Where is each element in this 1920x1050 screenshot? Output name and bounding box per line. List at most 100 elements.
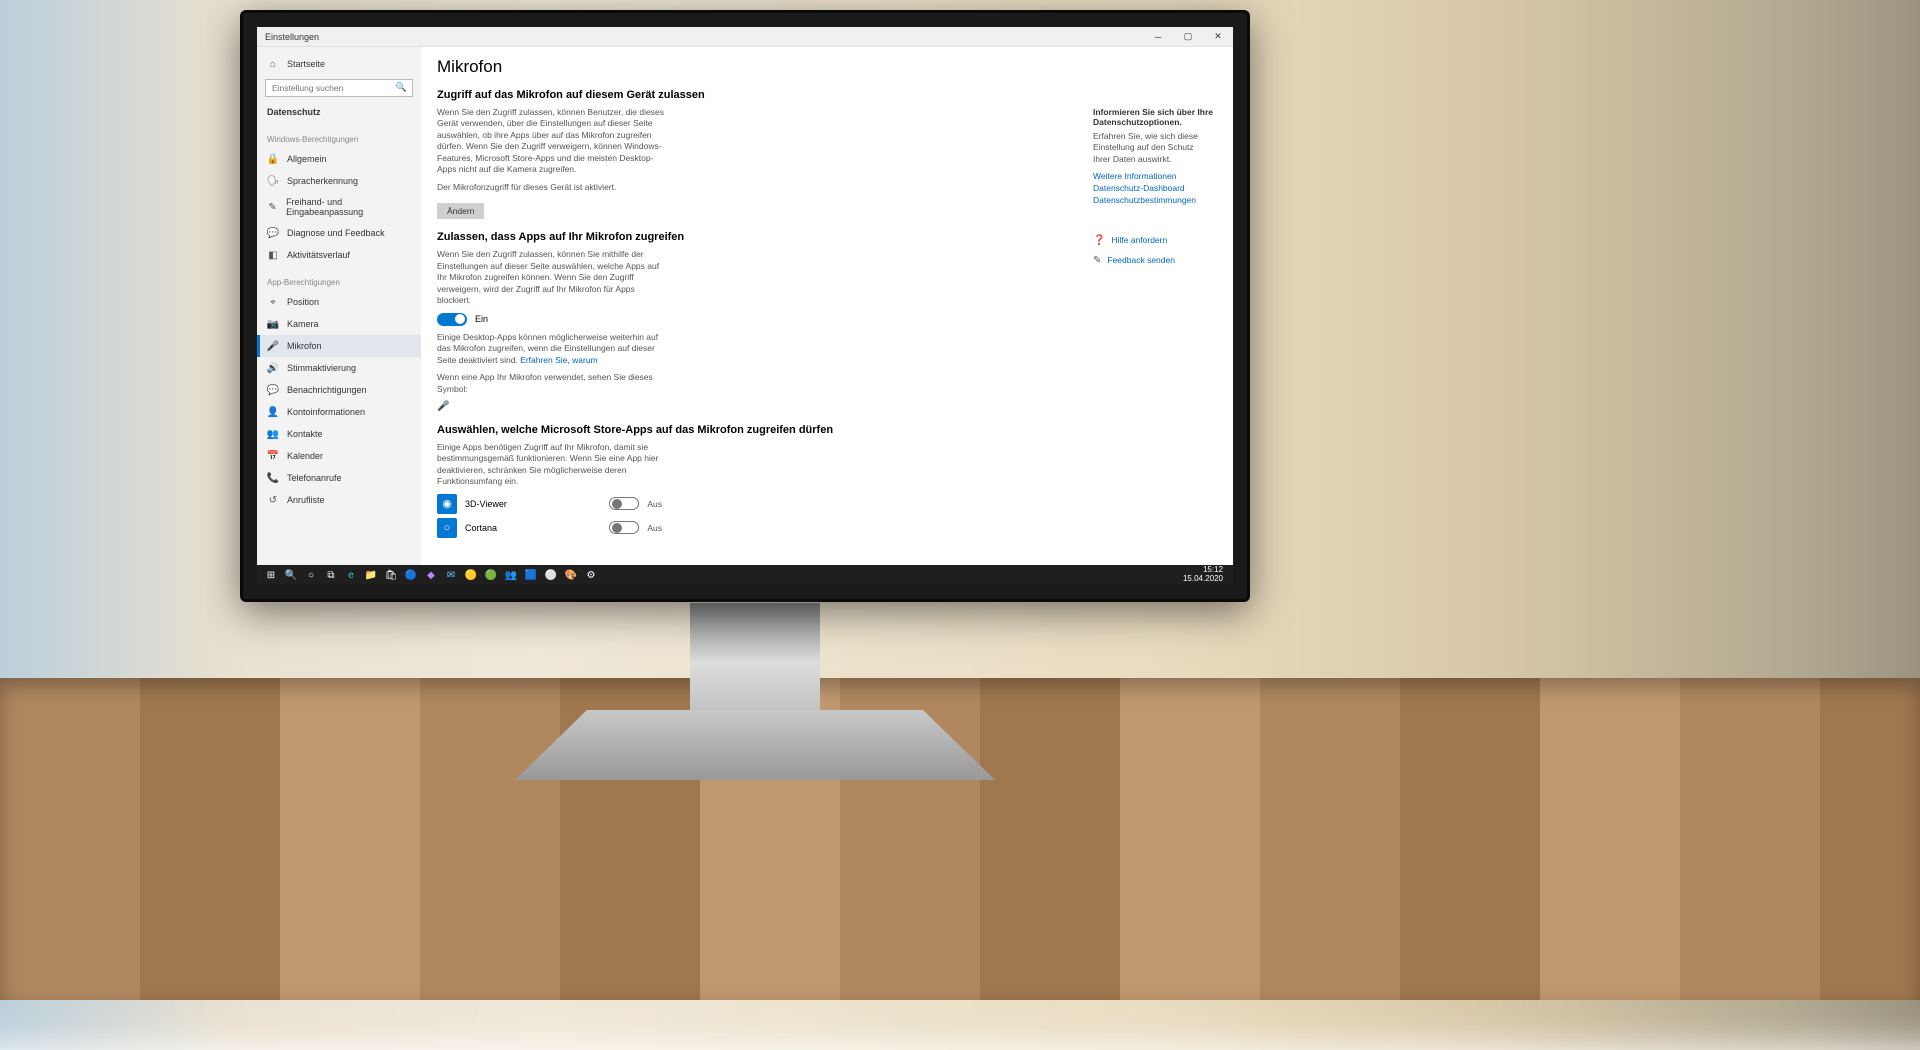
sidebar-item-kamera[interactable]: 📷Kamera [257,313,421,335]
section3-heading: Auswählen, welche Microsoft Store-Apps a… [437,424,1213,436]
window-titlebar: Einstellungen ─ ▢ ✕ [257,27,1233,47]
mail-icon[interactable]: ✉ [441,565,461,585]
app2-icon[interactable]: 🟦 [521,565,541,585]
inking-icon: ✎ [267,201,278,213]
sidebar-item-anrufliste[interactable]: ↺ Anrufliste [257,489,421,511]
search-input[interactable] [265,79,413,97]
link-more-info[interactable]: Weitere Informationen [1093,171,1213,181]
link-privacy-dashboard[interactable]: Datenschutz-Dashboard [1093,183,1213,193]
app-name: Cortana [465,523,601,533]
chrome2-icon[interactable]: 🟡 [461,565,481,585]
cortana-button[interactable]: ○ [301,565,321,585]
feedback-icon: 💬 [267,227,279,239]
location-icon: ⌖ [267,296,279,308]
section3-desc: Einige Apps benötigen Zugriff auf Ihr Mi… [437,442,667,488]
screen: Einstellungen ─ ▢ ✕ ⌂ Startseite [257,27,1233,585]
sidebar-section-app: App-Berechtigungen [257,266,421,291]
edge-icon[interactable]: e [341,565,361,585]
sidebar-item-label: Telefonanrufe [287,473,342,483]
taskview-button[interactable]: ⧉ [321,565,341,585]
sidebar-item-allgemein[interactable]: 🔒Allgemein [257,148,421,170]
search-icon: 🔍 [396,82,407,93]
app-name: 3D-Viewer [465,499,601,509]
section1-desc: Wenn Sie den Zugriff zulassen, können Be… [437,107,667,176]
change-button[interactable]: Ändern [437,203,484,219]
info-desc: Erfahren Sie, wie sich diese Einstellung… [1093,131,1213,165]
store-icon[interactable]: 🛍 [381,565,401,585]
app3-icon[interactable]: ⚪ [541,565,561,585]
sidebar-item-label: Freihand- und Eingabeanpassung [286,197,411,217]
search-box[interactable]: 🔍 [265,79,413,97]
taskbar-clock[interactable]: 15:12 15.04.2020 [1183,566,1229,584]
callhistory-icon: ↺ [267,494,279,506]
voice-icon: 🔊 [267,362,279,374]
sidebar-item-label: Anrufliste [287,495,325,505]
sidebar-item-position[interactable]: ⌖Position [257,291,421,313]
app-row-cortana: ○ Cortana Aus [437,518,662,538]
sidebar-item-kontoinformationen[interactable]: 👤Kontoinformationen [257,401,421,423]
contacts-icon: 👥 [267,428,279,440]
history-icon: ◧ [267,249,279,261]
search-button[interactable]: 🔍 [281,565,301,585]
sidebar-item-diagnose[interactable]: 💬Diagnose und Feedback [257,222,421,244]
app-state: Aus [647,499,662,509]
app-state: Aus [647,523,662,533]
section2-desc: Wenn Sie den Zugriff zulassen, können Si… [437,249,667,306]
vs-icon[interactable]: ◆ [421,565,441,585]
explorer-icon[interactable]: 📁 [361,565,381,585]
sidebar-section-windows: Windows-Berechtigungen [257,123,421,148]
help-link[interactable]: ❓ Hilfe anfordern [1093,233,1213,247]
apps-access-toggle[interactable] [437,313,467,326]
sidebar-item-telefonanrufe[interactable]: 📞Telefonanrufe [257,467,421,489]
sidebar-item-label: Aktivitätsverlauf [287,250,350,260]
sidebar: ⌂ Startseite 🔍 Datenschutz Windows-Berec… [257,47,421,565]
sidebar-item-label: Kalender [287,451,323,461]
sidebar-item-label: Benachrichtigungen [287,385,367,395]
learn-why-link[interactable]: Erfahren Sie, warum [520,355,597,365]
mic-symbol-text: Wenn eine App Ihr Mikrofon verwendet, se… [437,372,667,395]
sidebar-item-label: Mikrofon [287,341,322,351]
monitor: Einstellungen ─ ▢ ✕ ⌂ Startseite [240,10,1270,602]
settings-window: Einstellungen ─ ▢ ✕ ⌂ Startseite [257,27,1233,585]
sidebar-item-label: Kontakte [287,429,323,439]
desk-surface [0,678,1920,1000]
app-toggle-3dviewer[interactable] [609,497,639,510]
sidebar-item-freihand[interactable]: ✎ Freihand- und Eingabeanpassung [257,192,421,222]
info-pane: Informieren Sie sich über Ihre Datenschu… [1093,107,1213,273]
maximize-button[interactable]: ▢ [1173,27,1203,47]
sidebar-category[interactable]: Datenschutz [257,101,421,123]
feedback-link[interactable]: ✎Feedback senden [1093,253,1213,267]
microphone-indicator-icon: 🎤 [437,401,449,412]
window-title: Einstellungen [257,32,1143,42]
help-label: Hilfe anfordern [1111,235,1167,245]
app-toggle-cortana[interactable] [609,521,639,534]
sidebar-item-label: Kontoinformationen [287,407,365,417]
sidebar-home-label: Startseite [287,59,325,69]
feedback-icon: ✎ [1093,255,1101,266]
sidebar-item-stimmaktivierung[interactable]: 🔊Stimmaktivierung [257,357,421,379]
sidebar-item-benachrichtigungen[interactable]: 💬Benachrichtigungen [257,379,421,401]
app-icon[interactable]: 🟢 [481,565,501,585]
link-privacy-statement[interactable]: Datenschutzbestimmungen [1093,195,1213,205]
sidebar-item-label: Allgemein [287,154,327,164]
teams-icon[interactable]: 👥 [501,565,521,585]
microphone-icon: 🎤 [267,340,279,352]
main-content: Mikrofon Zugriff auf das Mikrofon auf di… [421,47,1233,565]
app4-icon[interactable]: 🎨 [561,565,581,585]
section2-note: Einige Desktop-Apps können möglicherweis… [437,332,667,366]
sidebar-item-aktivitaet[interactable]: ◧ Aktivitätsverlauf [257,244,421,266]
sidebar-item-kalender[interactable]: 📅Kalender [257,445,421,467]
app-icon-cortana: ○ [437,518,457,538]
sidebar-item-mikrofon[interactable]: 🎤 Mikrofon [257,335,421,357]
monitor-bezel: Einstellungen ─ ▢ ✕ ⌂ Startseite [240,10,1250,602]
start-button[interactable]: ⊞ [261,565,281,585]
help-icon: ❓ [1093,235,1105,246]
sidebar-item-spracherkennung[interactable]: 🗣Spracherkennung [257,170,421,192]
sidebar-home[interactable]: ⌂ Startseite [257,53,421,75]
chrome-icon[interactable]: 🔵 [401,565,421,585]
minimize-button[interactable]: ─ [1143,27,1173,47]
sidebar-item-kontakte[interactable]: 👥 Kontakte [257,423,421,445]
close-button[interactable]: ✕ [1203,27,1233,47]
monitor-stand-neck [690,603,820,723]
settings-icon[interactable]: ⚙ [581,565,601,585]
